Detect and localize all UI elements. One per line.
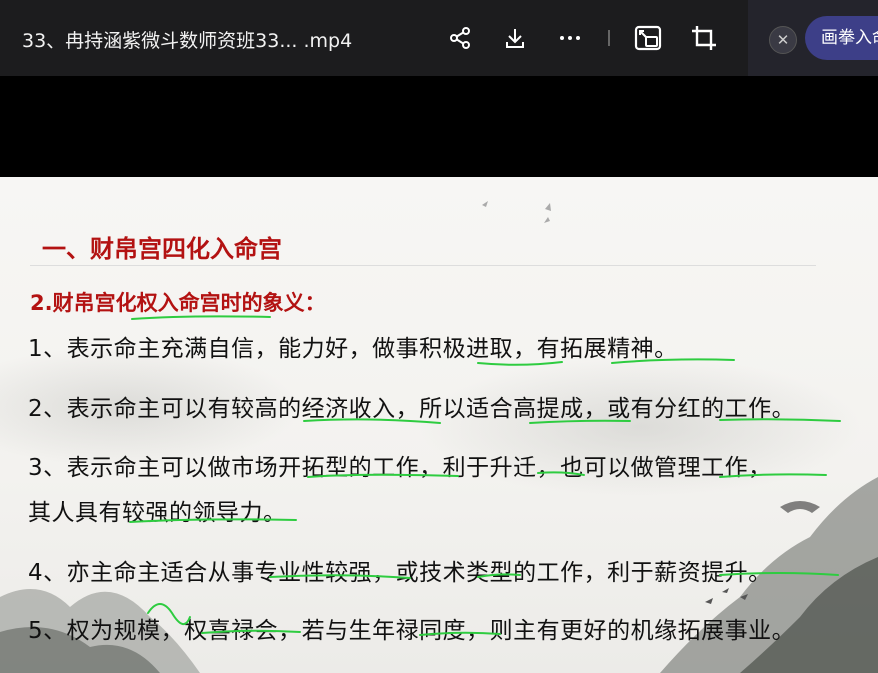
more-icon bbox=[560, 36, 580, 40]
video-letterbox bbox=[0, 76, 878, 177]
download-button[interactable] bbox=[501, 24, 529, 52]
point-line-3: 3、表示命主可以做市场开拓型的工作，利于升迁，也可以做管理工作， bbox=[28, 455, 772, 481]
point-line-3-continued: 其人具有较强的领导力。 bbox=[28, 500, 287, 526]
crop-icon bbox=[692, 26, 716, 50]
picture-in-picture-button[interactable] bbox=[634, 24, 662, 52]
crop-button[interactable] bbox=[690, 24, 718, 52]
heading-divider bbox=[30, 265, 816, 266]
close-button[interactable]: ✕ bbox=[769, 26, 797, 54]
pip-play-button[interactable]: 画拳入命 bbox=[805, 16, 878, 60]
point-line-4: 4、亦主命主适合从事专业性较强，或技术类型的工作，利于薪资提升。 bbox=[28, 560, 772, 586]
more-button[interactable] bbox=[556, 24, 584, 52]
share-button[interactable] bbox=[446, 24, 474, 52]
point-line-5: 5、权为规模，权喜禄会，若与生年禄同度，则主有更好的机缘拓展事业。 bbox=[28, 618, 796, 644]
video-title: 33、冉持涵紫微斗数师资班33... .mp4 bbox=[22, 30, 353, 52]
point-line-1: 1、表示命主充满自信，能力好，做事积极进取，有拓展精神。 bbox=[28, 336, 678, 362]
slide-heading: 一、财帛宫四化入命宫 bbox=[42, 235, 282, 263]
download-icon bbox=[506, 29, 524, 48]
player-top-bar: 33、冉持涵紫微斗数师资班33... .mp4 ✕ 画拳入 bbox=[0, 0, 878, 76]
toolbar-divider bbox=[608, 30, 610, 46]
slide-frame: 一、财帛宫四化入命宫 2.财帛宫化权入命宫时的象义： 1、表示命主充满自信，能力… bbox=[0, 177, 878, 673]
slide-subheading: 2.财帛宫化权入命宫时的象义： bbox=[30, 291, 326, 315]
pip-icon bbox=[634, 25, 662, 51]
share-icon bbox=[450, 27, 470, 49]
point-line-2: 2、表示命主可以有较高的经济收入，所以适合高提成，或有分红的工作。 bbox=[28, 396, 796, 422]
